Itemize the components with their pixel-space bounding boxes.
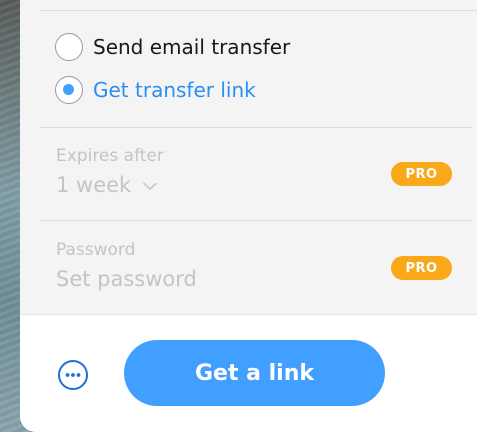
chevron-down-icon [143, 182, 158, 190]
top-divider [40, 10, 477, 11]
pro-badge-expires[interactable]: PRO [391, 162, 452, 186]
more-options-button[interactable] [54, 356, 92, 394]
option-send-email-label: Send email transfer [93, 35, 291, 59]
footer-bar: Get a link [20, 314, 477, 432]
option-get-link-label: Get transfer link [93, 78, 256, 102]
password-label: Password [56, 240, 136, 260]
expires-label: Expires after [56, 146, 164, 166]
expires-select[interactable]: 1 week [56, 173, 158, 197]
option-get-link[interactable]: Get transfer link [55, 76, 256, 104]
divider [40, 220, 472, 221]
radio-get-link[interactable] [55, 76, 83, 104]
more-options-icon [58, 360, 88, 390]
divider [40, 127, 472, 128]
password-field[interactable]: Set password [56, 267, 197, 291]
pro-badge-password[interactable]: PRO [391, 256, 452, 280]
option-send-email[interactable]: Send email transfer [55, 33, 290, 61]
get-link-button[interactable]: Get a link [124, 340, 385, 406]
transfer-panel: Send email transfer Get transfer link Ex… [20, 0, 477, 432]
expires-value: 1 week [56, 173, 132, 197]
radio-send-email[interactable] [55, 33, 83, 61]
